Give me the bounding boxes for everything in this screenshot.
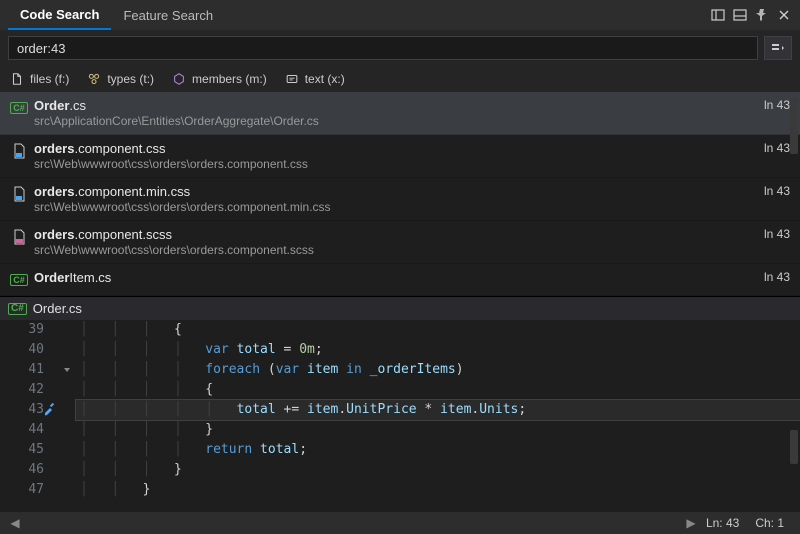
tab-code-search[interactable]: Code Search [8,1,111,30]
search-row [0,30,800,66]
scroll-right-icon[interactable]: ▶ [684,516,698,530]
result-title: orders.component.min.css [34,184,756,200]
result-line-number: ln 43 [756,227,790,241]
filter-text[interactable]: text (x:) [285,72,345,86]
result-title: OrderItem.cs [34,270,756,286]
status-line[interactable]: Ln: 43 [698,516,747,530]
result-row[interactable]: orders.component.scsssrc\Web\wwwroot\css… [0,221,800,264]
dock-left-icon[interactable] [710,7,726,23]
file-icon [10,72,24,86]
dock-bottom-icon[interactable] [732,7,748,23]
filter-bar: files (f:) types (t:) members (m:) text … [0,66,800,92]
css-file-icon [10,142,28,160]
result-row[interactable]: orders.component.min.csssrc\Web\wwwroot\… [0,178,800,221]
result-path: src\Web\wwwroot\css\orders\orders.compon… [34,200,756,214]
result-line-number: ln 43 [756,270,790,284]
result-title: orders.component.css [34,141,756,157]
code-scrollbar[interactable] [790,430,798,464]
result-row[interactable]: C# OrderItem.csln 43 [0,264,800,296]
code-line[interactable]: │ │ │ │ { [76,380,800,400]
scroll-left-icon[interactable]: ◀ [8,516,22,530]
filter-label: members (m:) [192,72,267,86]
code-line[interactable]: │ │ │ │ return total; [76,440,800,460]
status-col[interactable]: Ch: 1 [747,516,792,530]
title-bar: Code Search Feature Search [0,0,800,30]
results-scrollbar[interactable] [790,98,798,154]
code-line[interactable]: │ │ │ { [76,320,800,340]
filter-files[interactable]: files (f:) [10,72,69,86]
code-line[interactable]: │ │ │ │ foreach (var item in _orderItems… [76,360,800,380]
result-path: src\Web\wwwroot\css\orders\orders.compon… [34,243,756,257]
search-input[interactable] [8,36,758,60]
csharp-icon: C# [10,99,28,117]
filter-members[interactable]: members (m:) [172,72,267,86]
code-line[interactable]: │ │ │ │ } [76,420,800,440]
filter-label: types (t:) [107,72,154,86]
types-icon [87,72,101,86]
filter-label: files (f:) [30,72,69,86]
code-line[interactable]: │ │ │ │ var total = 0m; [76,340,800,360]
status-bar: ◀ ▶ Ln: 43 Ch: 1 [0,512,800,534]
result-line-number: ln 43 [756,184,790,198]
code-line[interactable]: │ │ │ │ │ total += item.UnitPrice * item… [76,400,800,420]
result-title: orders.component.scss [34,227,756,243]
result-title: Order.cs [34,98,756,114]
result-row[interactable]: orders.component.csssrc\Web\wwwroot\css\… [0,135,800,178]
csharp-icon: C# [10,271,28,289]
code-line[interactable]: │ │ │ } [76,460,800,480]
csharp-icon: C# [8,303,27,315]
tab-feature-search[interactable]: Feature Search [111,2,225,29]
code-line[interactable]: │ │ } [76,480,800,500]
result-path: src\Web\wwwroot\css\orders\orders.compon… [34,157,756,171]
result-line-number: ln 43 [756,141,790,155]
code-preview[interactable]: 394041424344454647 │ │ │ {│ │ │ │ var to… [0,320,800,502]
text-icon [285,72,299,86]
code-preview-header: C# Order.cs [0,296,800,320]
result-row[interactable]: C# Order.cssrc\ApplicationCore\Entities\O… [0,92,800,135]
members-icon [172,72,186,86]
fold-chevron-icon[interactable] [58,360,76,380]
filter-label: text (x:) [305,72,345,86]
results-list: C# Order.cssrc\ApplicationCore\Entities\O… [0,92,800,296]
pin-icon[interactable] [754,7,770,23]
quick-action-icon[interactable] [42,402,56,423]
search-options-dropdown[interactable] [764,36,792,60]
code-filename: Order.cs [33,301,82,316]
filter-types[interactable]: types (t:) [87,72,154,86]
result-line-number: ln 43 [756,98,790,112]
scss-file-icon [10,228,28,246]
close-icon[interactable] [776,7,792,23]
fold-gutter [58,320,76,502]
result-path: src\ApplicationCore\Entities\OrderAggreg… [34,114,756,128]
css-file-icon [10,185,28,203]
